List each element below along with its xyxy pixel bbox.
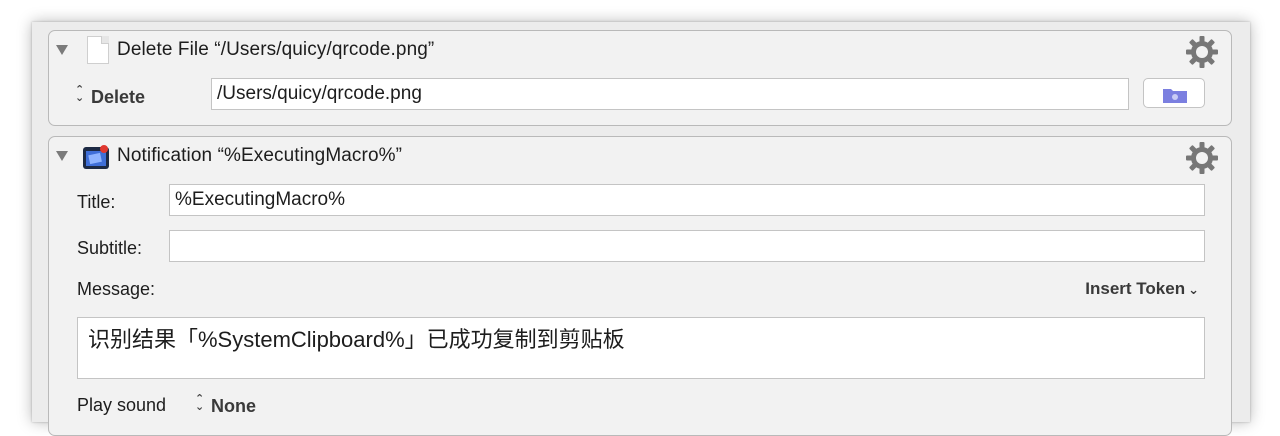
- notification-app-icon: [83, 145, 109, 169]
- file-path-field[interactable]: /Users/quicy/qrcode.png: [211, 78, 1129, 110]
- updown-chevron-icon: ⌃ ⌄: [195, 393, 205, 413]
- insert-token-label: Insert Token: [1085, 279, 1186, 298]
- editor-window: Delete File “/Users/quicy/qrcode.png” ⌃ ⌄…: [32, 22, 1250, 436]
- updown-chevron-icon: ⌃ ⌄: [75, 84, 85, 104]
- action-header: Notification “%ExecutingMacro%”: [49, 137, 1231, 181]
- file-icon: [87, 36, 109, 64]
- play-sound-label: Play sound: [77, 395, 167, 415]
- disclosure-triangle-icon[interactable]: [56, 151, 68, 161]
- action-header: Delete File “/Users/quicy/qrcode.png”: [49, 31, 1231, 75]
- chevron-down-icon: ⌄: [1188, 282, 1199, 297]
- notification-title-field[interactable]: %ExecutingMacro%: [169, 184, 1205, 216]
- action-title: Delete File “/Users/quicy/qrcode.png”: [117, 39, 435, 60]
- notification-message-field[interactable]: 识别结果「%SystemClipboard%」已成功复制到剪贴板: [77, 317, 1205, 379]
- subtitle-label: Subtitle:: [77, 238, 143, 258]
- folder-icon: [1163, 89, 1187, 103]
- action-notification: Notification “%ExecutingMacro%” Title: %…: [48, 136, 1232, 436]
- choose-folder-button[interactable]: [1143, 78, 1205, 108]
- message-label: Message:: [77, 279, 156, 299]
- gear-icon[interactable]: [1185, 35, 1219, 69]
- action-delete-file: Delete File “/Users/quicy/qrcode.png” ⌃ ⌄…: [48, 30, 1232, 126]
- gear-icon[interactable]: [1185, 141, 1219, 175]
- title-label: Title:: [77, 192, 116, 212]
- action-title: Notification “%ExecutingMacro%”: [117, 145, 403, 166]
- sound-value: None: [211, 396, 256, 416]
- sound-select[interactable]: ⌃ ⌄ None: [195, 393, 256, 417]
- delete-operation-select[interactable]: ⌃ ⌄ Delete: [75, 84, 146, 108]
- disclosure-triangle-icon[interactable]: [56, 45, 68, 55]
- insert-token-menu[interactable]: Insert Token ⌄: [1085, 279, 1199, 299]
- operation-label: Delete: [91, 87, 146, 107]
- notification-subtitle-field[interactable]: [169, 230, 1205, 262]
